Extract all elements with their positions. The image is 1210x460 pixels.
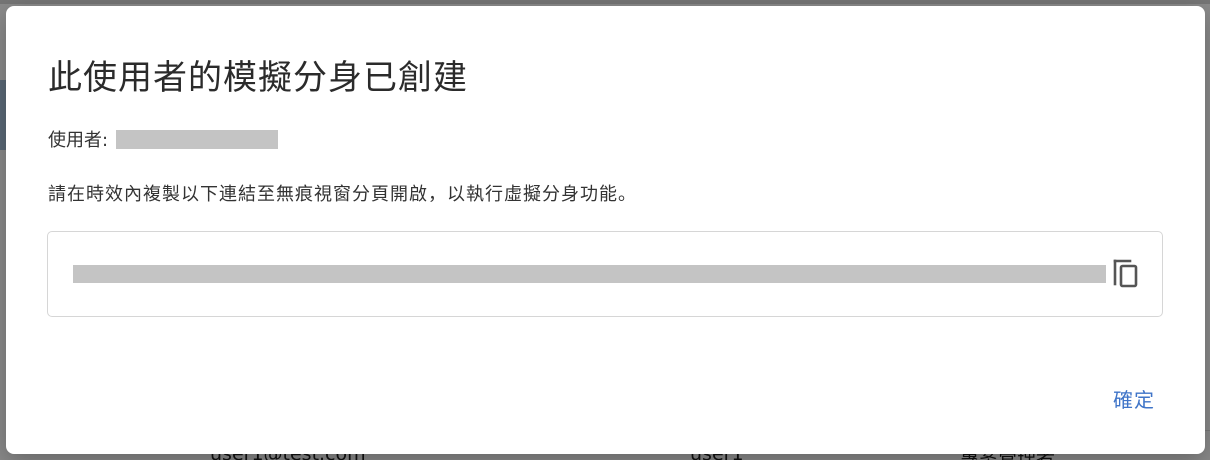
confirm-button[interactable]: 確定 bbox=[1113, 384, 1155, 413]
link-field[interactable] bbox=[47, 231, 1163, 317]
impersonation-dialog: 此使用者的模擬分身已創建 使用者: 請在時效內複製以下連結至無痕視窗分頁開啟，以… bbox=[6, 6, 1205, 454]
user-label: 使用者: bbox=[48, 130, 109, 151]
copy-button[interactable] bbox=[1110, 256, 1142, 290]
instruction-text: 請在時效內複製以下連結至無痕視窗分頁開啟，以執行虛擬分身功能。 bbox=[48, 184, 637, 205]
copy-icon[interactable] bbox=[1112, 257, 1140, 289]
user-line: 使用者: bbox=[48, 126, 279, 152]
dialog-title: 此使用者的模擬分身已創建 bbox=[48, 58, 468, 98]
link-value-redacted[interactable] bbox=[73, 265, 1106, 283]
user-value-redacted bbox=[116, 129, 279, 149]
